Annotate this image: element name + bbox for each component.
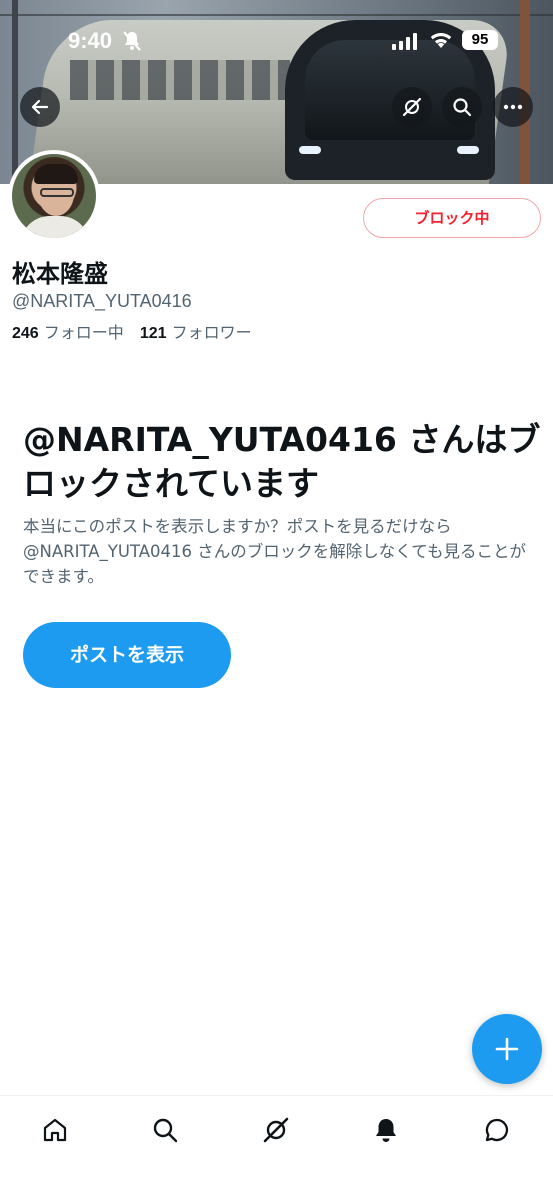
- wifi-icon: [428, 30, 454, 54]
- followers-link[interactable]: 121 フォロワー: [140, 319, 252, 343]
- battery-indicator: 95: [462, 30, 498, 50]
- display-name: 松本隆盛: [12, 260, 108, 288]
- avatar-hair: [34, 164, 78, 184]
- tab-messages[interactable]: [477, 1110, 517, 1150]
- plus-icon: [495, 1037, 519, 1061]
- banner-train-light: [457, 146, 479, 154]
- banner-train-light: [299, 146, 321, 154]
- grok-icon: [402, 97, 422, 117]
- more-button[interactable]: [493, 87, 533, 127]
- tab-notifications[interactable]: [366, 1110, 406, 1150]
- tab-search[interactable]: [145, 1110, 185, 1150]
- arrow-left-icon: [31, 99, 49, 115]
- messages-icon: [485, 1118, 509, 1142]
- grok-button[interactable]: [392, 87, 432, 127]
- banner-train-windows: [70, 60, 290, 100]
- show-posts-button[interactable]: ポストを表示: [23, 622, 231, 688]
- status-time: 9:40: [68, 28, 113, 53]
- tab-home[interactable]: [35, 1110, 75, 1150]
- avatar-shirt: [20, 216, 90, 238]
- following-link[interactable]: 246 フォロー中: [12, 319, 124, 343]
- grok-icon: [263, 1117, 289, 1143]
- avatar-glasses: [40, 188, 74, 197]
- silent-mode-icon: [122, 30, 142, 56]
- compose-button[interactable]: [472, 1014, 542, 1084]
- cellular-signal-icon: [392, 32, 417, 50]
- blocked-notice-title: @NARITA_YUTA0416 さんはブロックされています: [23, 420, 541, 503]
- bell-icon: [376, 1119, 396, 1142]
- more-icon: [503, 104, 523, 110]
- avatar[interactable]: [8, 150, 100, 242]
- status-bar: 9:40 95: [0, 24, 553, 60]
- search-icon: [153, 1118, 178, 1143]
- followers-count: 121: [139, 325, 167, 342]
- search-icon: [453, 98, 472, 117]
- tab-grok[interactable]: [256, 1110, 296, 1150]
- following-count: 246: [12, 325, 39, 342]
- following-label: フォロー中: [43, 323, 124, 342]
- followers-label: フォロワー: [171, 323, 252, 342]
- blocked-button[interactable]: ブロック中: [363, 198, 541, 238]
- bottom-tab-bar: [0, 1095, 553, 1200]
- follow-stats: 246 フォロー中 121 フォロワー: [12, 319, 252, 343]
- search-button[interactable]: [442, 87, 482, 127]
- blocked-notice-description: 本当にこのポストを表示しますか？ポストを見るだけなら@NARITA_YUTA04…: [23, 517, 526, 586]
- home-icon: [43, 1118, 67, 1142]
- back-button[interactable]: [20, 87, 60, 127]
- user-handle: @NARITA_YUTA0416: [12, 291, 192, 311]
- banner-wires: [0, 14, 553, 16]
